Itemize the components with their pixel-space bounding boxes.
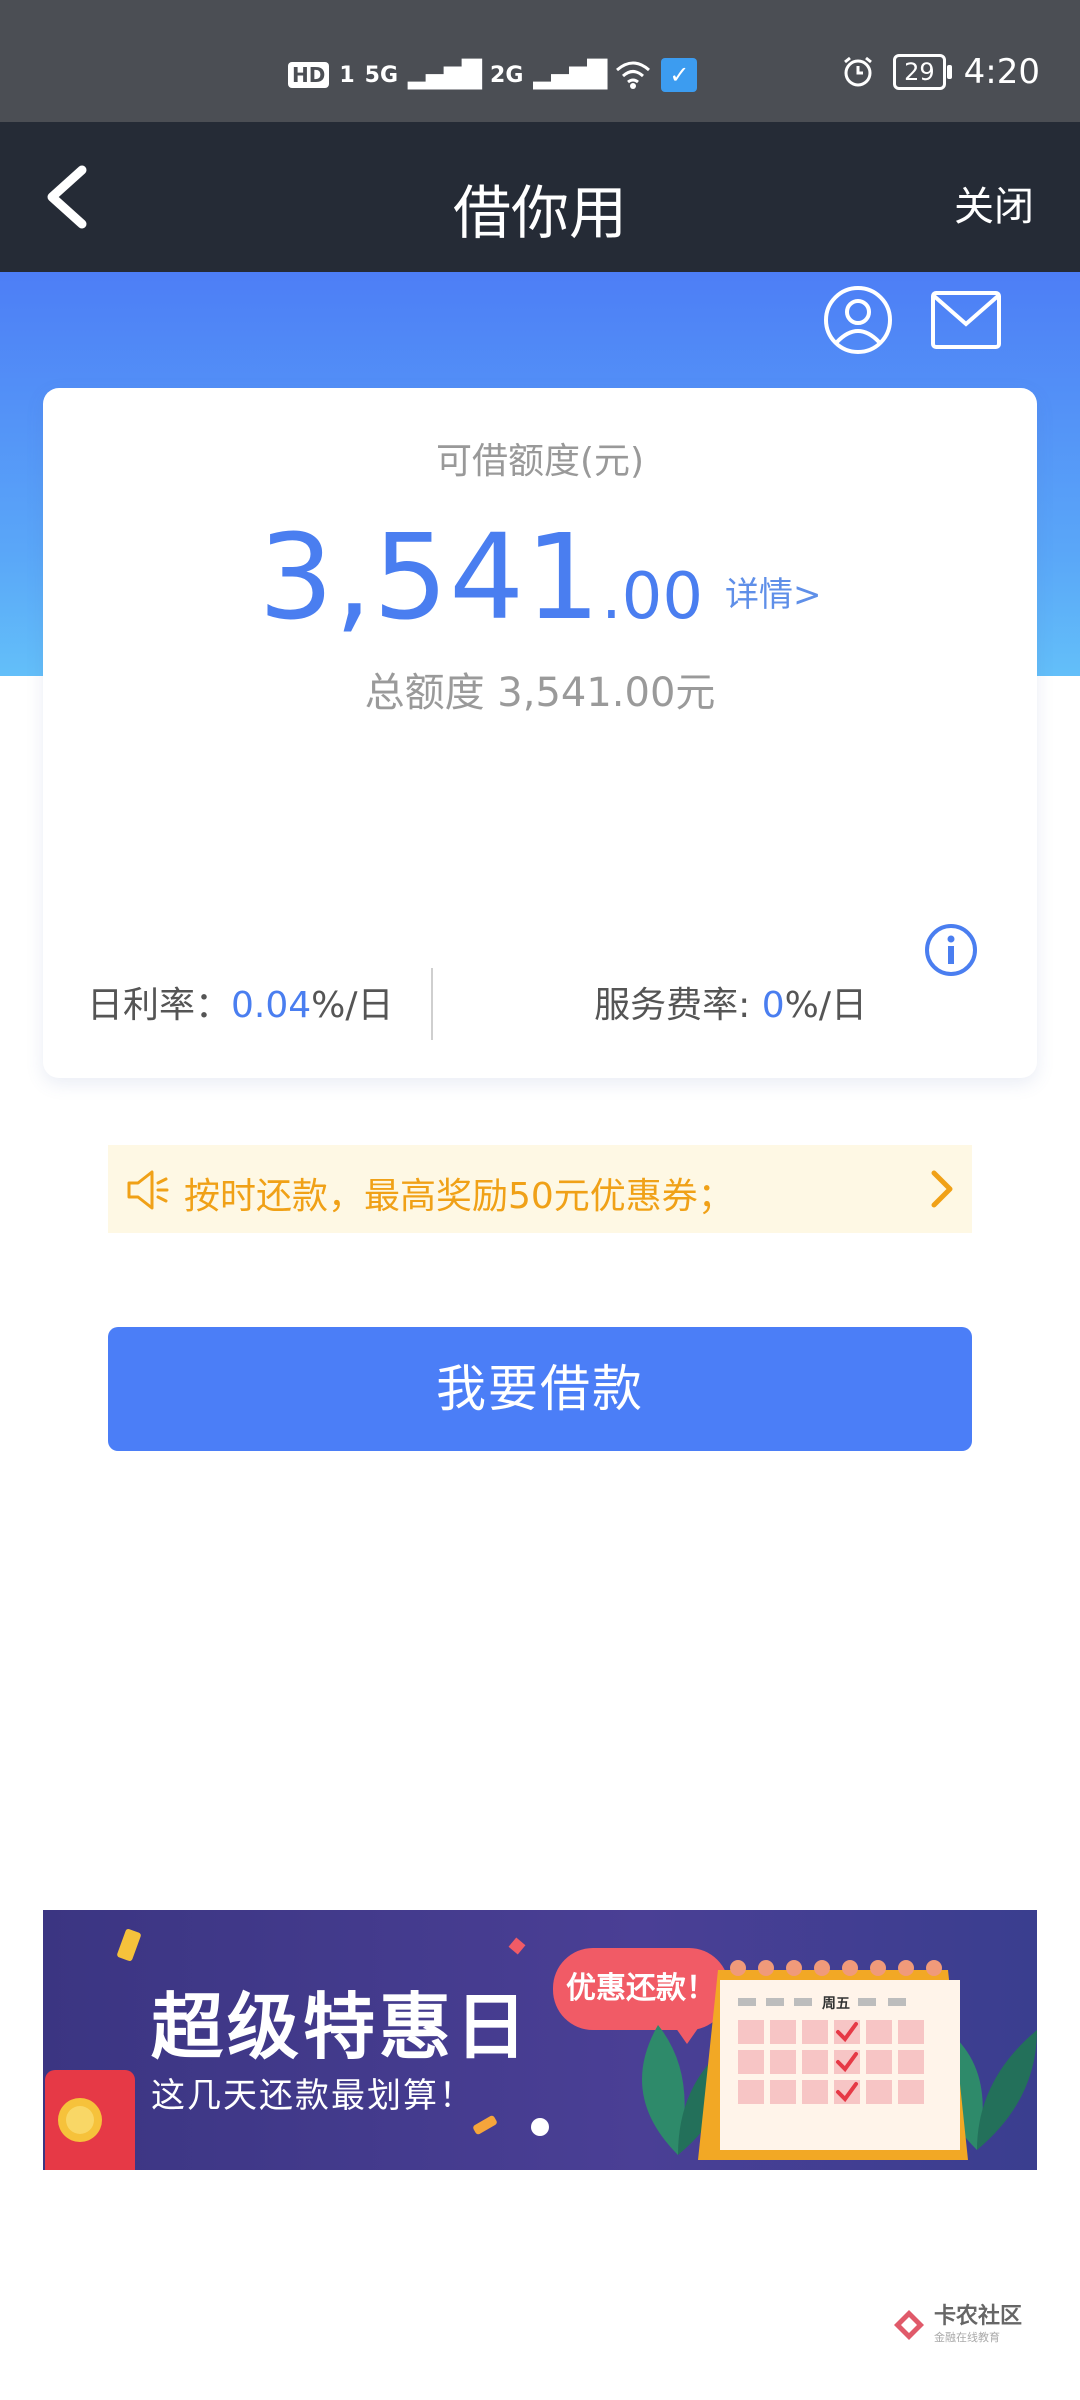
mail-icon[interactable] [930,290,1002,350]
clock-time: 4:20 [963,52,1040,92]
signal-5g-label: 5G [364,62,399,88]
chevron-right-icon [931,1170,953,1208]
kanong-logo-icon [893,2309,924,2340]
banner-subtitle: 这几天还款最划算！ [151,2076,475,2116]
fee-rate-value: 0 [761,985,785,1026]
sim-indicator: 1 [339,62,355,88]
battery-icon: 29 [893,54,952,90]
watermark-main: 卡农社区 [933,2304,1022,2329]
nav-bar: 借你用 关闭 [0,122,1080,272]
page-title: 借你用 [452,179,627,247]
amount-integer: 3,541 [258,508,602,646]
fee-rate-unit: %/日 [784,985,867,1026]
rate-row: 日利率：0.04%/日 服务费率: 0%/日 [43,968,1037,1040]
daily-rate-label: 日利率： [87,985,232,1026]
watermark-sub: 金融在线教育 [933,2331,1000,2344]
signal-icon: ▂▄▆█ [533,60,607,90]
details-link[interactable]: 详情> [725,575,822,615]
notice-text: 按时还款，最高奖励50元优惠券； [184,1176,734,1217]
calendar-icon: 周五 [698,1960,968,2160]
calendar-day-label: 周五 [822,1996,850,2012]
speaker-icon [127,1170,169,1210]
confetti-decoration [116,1928,142,1962]
daily-rate: 日利率：0.04%/日 [87,976,394,1028]
signal-2g-label: 2G [490,62,524,88]
status-bar: HD 1 5G ▂▄▆█ 2G ▂▄▆█ ✓ 29 4:20 [0,0,1080,122]
alarm-icon [844,56,873,87]
hd-badge: HD [288,62,330,88]
service-fee-rate: 服务费率: 0%/日 [594,976,867,1028]
user-profile-icon[interactable] [822,284,894,356]
promo-notice[interactable]: 按时还款，最高奖励50元优惠券； [108,1145,972,1233]
confetti-decoration [508,1937,526,1955]
amount-decimal: .00 [601,560,704,634]
close-button[interactable]: 关闭 [954,174,1034,232]
promo-banner[interactable]: 超级特惠日 这几天还款最划算！ 优惠还款！ 周五 [43,1910,1037,2170]
daily-rate-unit: %/日 [311,985,394,1026]
banner-title: 超级特惠日 [151,1985,532,2069]
total-credit: 总额度 3,541.00元 [43,660,1037,718]
watermark-text: 卡农社区 金融在线教育 [933,2304,1022,2344]
vpn-app-icon: ✓ [661,58,698,92]
status-right: 29 4:20 [841,52,1040,92]
total-credit-label: 总额度 [364,670,485,716]
confetti-decoration [472,2114,498,2136]
signal-icon: ▂▄▆█ [408,60,482,90]
available-credit-label: 可借额度(元) [435,441,645,482]
available-amount: 3,541.00 详情> [43,508,1037,646]
wifi-icon [616,61,651,89]
total-credit-value: 3,541.00元 [497,670,716,716]
credit-card: 可借额度(元) 3,541.00 详情> 总额度 3,541.00元 日利率：0.… [43,388,1037,1078]
daily-rate-value: 0.04 [231,985,312,1026]
red-envelope-icon [45,2070,135,2170]
divider [431,968,433,1040]
status-left: HD 1 5G ▂▄▆█ 2G ▂▄▆█ ✓ [288,58,698,92]
borrow-button[interactable]: 我要借款 [108,1327,972,1451]
carousel-indicator[interactable] [531,2118,549,2136]
watermark: 卡农社区 金融在线教育 [892,2306,1022,2343]
fee-rate-label: 服务费率: [594,985,762,1026]
